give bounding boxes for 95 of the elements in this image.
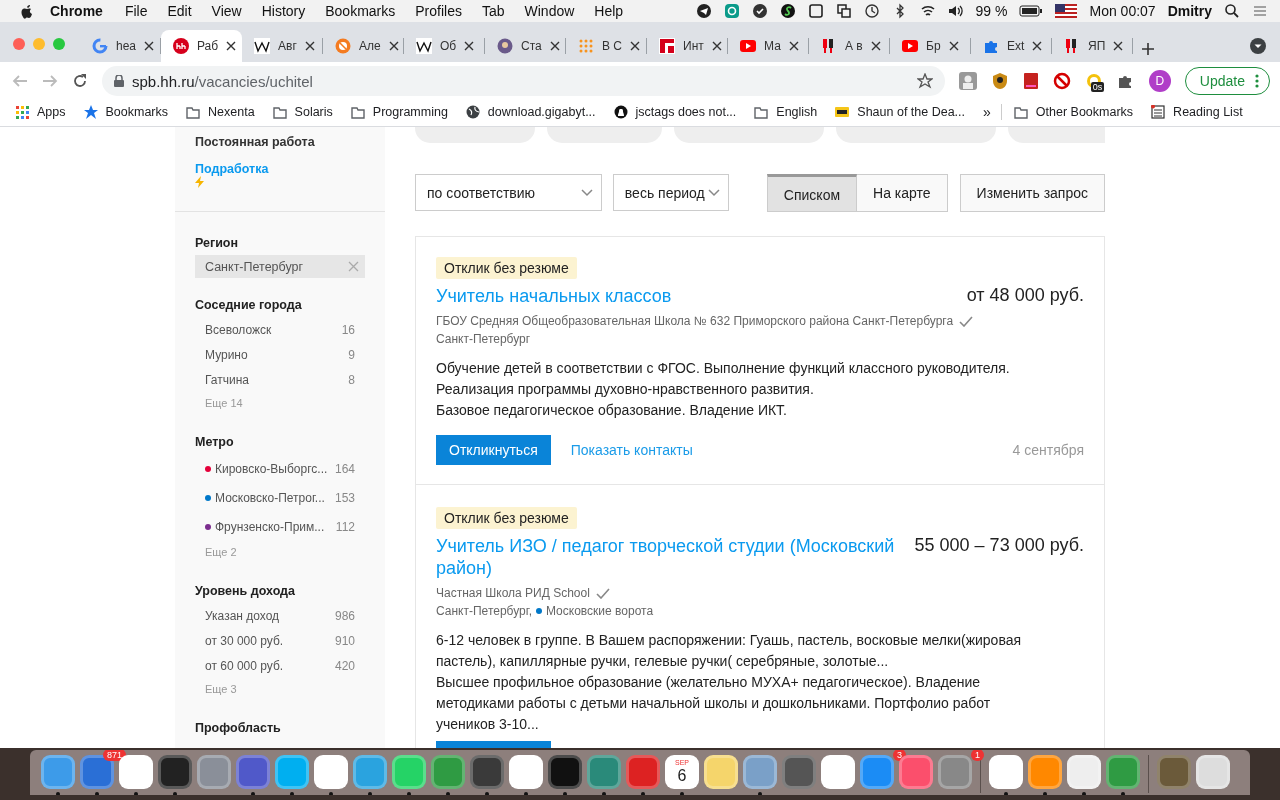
filter-option[interactable]: Фрунзенско-Прим... 112 <box>195 512 365 541</box>
location: Санкт-Петербург <box>436 332 531 346</box>
filter-heading: Профобласть <box>195 721 282 735</box>
browser-tab[interactable]: Бр <box>890 30 971 62</box>
update-button[interactable]: Update <box>1184 67 1270 95</box>
badge-count: 0s <box>1090 82 1105 92</box>
description-text: Базовое педагогическое образование. Владение ИКТ. <box>436 401 788 420</box>
profile-avatar[interactable]: D <box>1148 70 1171 92</box>
location: Санкт-Петербург, <box>436 604 532 618</box>
salary: 55 000 – 73 000 руб. <box>914 535 1084 557</box>
url-text: spb.hh.ru/vacancies/uchitel <box>132 72 314 90</box>
view-toggle-button[interactable]: Списком <box>766 173 858 212</box>
apply-button[interactable]: Откликнуться <box>436 435 551 465</box>
browser-tab[interactable]: Инт <box>647 30 728 62</box>
reading-list-button[interactable]: Reading List <box>1151 105 1243 119</box>
tab-title: Бр <box>926 39 941 53</box>
bookmark[interactable]: download.gigabyt... <box>465 105 596 119</box>
menu-item[interactable]: Window <box>514 3 585 19</box>
filter-option[interactable]: Указан доход 986 <box>195 603 365 628</box>
tab-title: ЯП <box>1088 39 1106 53</box>
menu-item[interactable]: Profiles <box>405 3 472 19</box>
notification-badge: 1 <box>971 750 984 761</box>
browser-tab[interactable]: Авг <box>242 30 323 62</box>
filter-option[interactable]: Всеволожск 16 <box>195 317 365 342</box>
company-link[interactable]: ГБОУ Средняя Общеобразовательная Школа № 632 Приморского района Санкт-Петербурга <box>436 314 954 328</box>
menu-item[interactable]: Edit <box>157 3 202 19</box>
browser-tab[interactable]: hea <box>80 30 161 62</box>
filter-heading: Уровень дохода <box>195 584 296 598</box>
sort-dropdown[interactable]: по соответствию <box>415 174 602 211</box>
browser-tab[interactable]: Об <box>404 30 485 62</box>
tab-title: Ext <box>1007 39 1025 53</box>
browser-tab[interactable]: Ма <box>728 30 809 62</box>
browser-tab[interactable]: Ext <box>971 30 1052 62</box>
filter-option[interactable]: от 60 000 руб. 420 <box>195 653 365 678</box>
company-link[interactable]: Частная Школа РИД School <box>436 586 590 600</box>
tab-title: Ма <box>764 39 781 53</box>
browser-tab[interactable]: Але <box>323 30 404 62</box>
metro-station: Московские ворота <box>546 604 654 618</box>
menu-item[interactable]: Help <box>584 3 634 19</box>
description-text: Обучение детей в соответствии с ФГОС. Выполнение функций классного руководителя. <box>436 359 1011 378</box>
tab-title: Ста <box>521 39 542 53</box>
description-text: Реализация программы духовно-нравственного развития. <box>436 380 815 399</box>
battery-percent: 99 % <box>975 3 1008 19</box>
clock[interactable]: Mon 00:07 <box>1089 3 1156 19</box>
response-badge: Отклик без резюме <box>436 257 577 279</box>
bookmark[interactable]: Solaris <box>272 105 333 119</box>
tab-title: А в <box>845 39 863 53</box>
tab-title: Але <box>359 39 381 53</box>
bookmark[interactable]: Programming <box>350 105 448 119</box>
menu-item[interactable]: Tab <box>471 3 515 19</box>
tab-title: Авг <box>278 39 297 53</box>
user-name[interactable]: Dmitry <box>1167 3 1212 19</box>
tab-title: В С <box>602 39 622 53</box>
tab-title: Об <box>440 39 457 53</box>
period-dropdown[interactable]: весь период <box>612 174 729 211</box>
timer-extension-button[interactable]: 0s <box>1084 72 1103 90</box>
filter-option[interactable]: от 30 000 руб. 910 <box>195 628 365 653</box>
view-toggle-button[interactable]: На карте <box>857 173 948 212</box>
bookmark[interactable]: English <box>754 105 818 119</box>
edit-query-button[interactable]: Изменить запрос <box>959 173 1105 212</box>
browser-tab[interactable]: А в <box>809 30 890 62</box>
description-text: Высшее профильное образование (желательно МУХА+ педагогическое). Владение методиками работы с детьми начальной школы и дошкольниками. Портфолио работ учеников 3-10... <box>436 673 992 734</box>
filter-option[interactable]: Мурино 9 <box>195 342 365 367</box>
salary: от 48 000 руб. <box>966 285 1084 307</box>
browser-tab[interactable]: ЯП <box>1052 30 1133 62</box>
bookmark[interactable]: Apps <box>15 105 66 119</box>
region-chip[interactable]: Санкт-Петербург <box>195 255 365 278</box>
menu-item[interactable]: Bookmarks <box>315 3 406 19</box>
posted-date: 4 сентября <box>1012 442 1084 458</box>
menu-item[interactable]: History <box>251 3 316 19</box>
description-text: 6-12 человек в группе. В Вашем распоряжении: Гуашь, пастель, восковые мелки(жировая пастель), капиллярные ручки, гелевые ручки( серебряные, золотые... <box>436 631 1023 671</box>
app-menu[interactable]: Chrome <box>34 3 115 19</box>
address-bar[interactable]: spb.hh.ru/vacancies/uchitel <box>102 66 945 96</box>
browser-tab[interactable]: Ста <box>485 30 566 62</box>
employment-option[interactable]: Постоянная работа <box>195 135 365 149</box>
tab-title: hea <box>116 39 137 53</box>
bookmark[interactable]: Other Bookmarks <box>1013 105 1134 119</box>
filter-heading: Соседние города <box>195 298 303 312</box>
bookmark[interactable]: Nexenta <box>186 105 255 119</box>
filter-heading: Регион <box>195 236 240 250</box>
tab-title: Инт <box>683 39 704 53</box>
filter-option[interactable]: Кировско-Выборгс... 164 <box>195 454 365 483</box>
browser-tab[interactable]: Раб <box>161 30 242 62</box>
filter-heading: Метро <box>195 435 235 449</box>
tab-title: Раб <box>197 39 219 53</box>
filter-option[interactable]: Гатчина 8 <box>195 367 365 392</box>
browser-tab[interactable]: В С <box>566 30 647 62</box>
menu-item[interactable]: View <box>201 3 252 19</box>
bookmark[interactable]: Shaun of the Dea... <box>835 105 966 119</box>
filter-option[interactable]: Московско-Петрог... 153 <box>195 483 365 512</box>
bookmark[interactable]: jsctags does not... <box>613 105 737 119</box>
response-badge: Отклик без резюме <box>436 507 577 529</box>
more-bookmarks-button[interactable]: » <box>983 104 1002 120</box>
menu-item[interactable]: File <box>114 3 158 19</box>
bookmark[interactable]: Bookmarks <box>83 105 169 119</box>
